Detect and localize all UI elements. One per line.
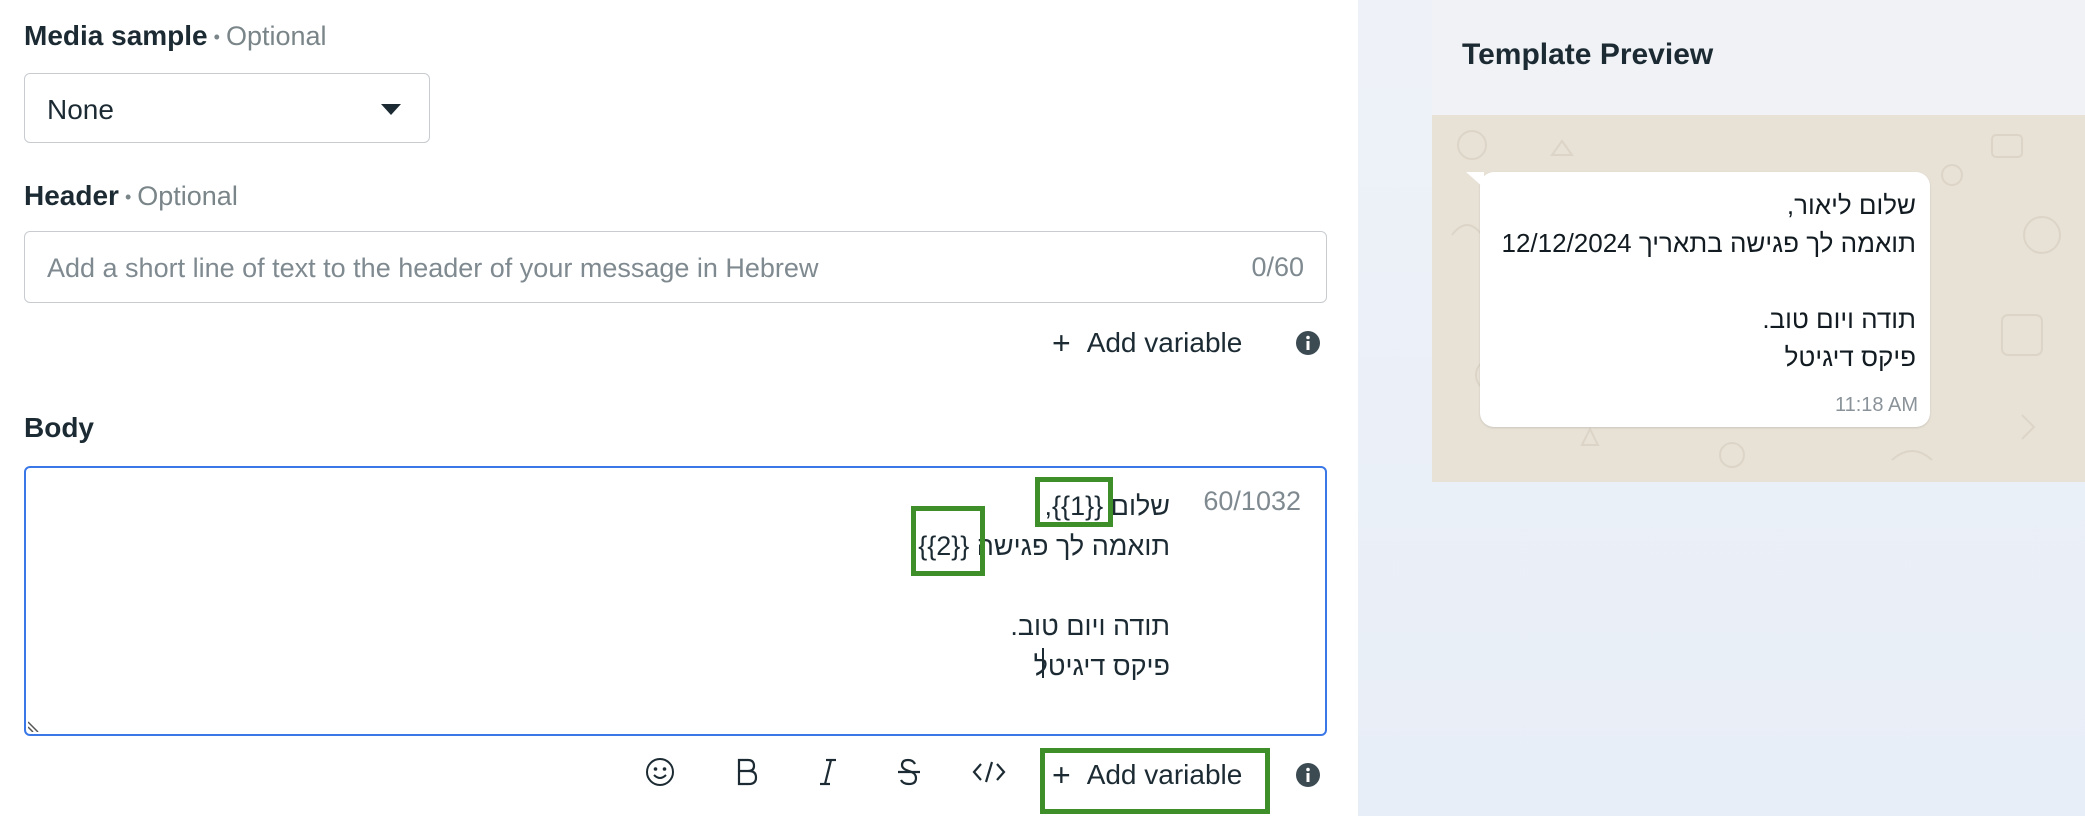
header-add-variable-button[interactable]: + Add variable [1052, 323, 1242, 363]
bold-icon [737, 758, 758, 786]
media-sample-title: Media sample [24, 20, 208, 51]
body-add-variable-button[interactable]: + Add variable [1052, 755, 1242, 795]
separator-dot: • [213, 27, 220, 48]
resize-handle-icon[interactable] [28, 718, 42, 732]
media-sample-label: Media sample • Optional [24, 20, 327, 52]
plus-icon: + [1052, 325, 1071, 361]
media-sample-value: None [47, 94, 114, 125]
body-textarea[interactable]: שלום {{1}}, תואמה לך פגישה {{2}} תודה וי… [24, 466, 1327, 736]
header-input[interactable] [47, 250, 1197, 286]
header-optional: Optional [137, 181, 238, 211]
template-preview-title: Template Preview [1462, 38, 1714, 71]
body-char-counter: 60/1032 [1203, 486, 1301, 516]
strikethrough-button[interactable] [889, 752, 929, 792]
message-bubble: שלום ליאור, תואמה לך פגישה בתאריך 12/12/… [1466, 172, 1930, 427]
header-add-variable-label: Add variable [1086, 327, 1243, 358]
separator-dot: • [124, 187, 132, 208]
media-sample-optional: Optional [225, 21, 327, 51]
plus-icon: + [1052, 757, 1071, 793]
header-label: Header • Optional [24, 180, 238, 212]
code-button[interactable] [969, 752, 1009, 792]
info-icon[interactable] [1295, 330, 1321, 356]
body-add-variable-label: Add variable [1086, 759, 1243, 790]
text-cursor [1042, 648, 1044, 678]
message-timestamp: 11:18 AM [1834, 394, 1918, 416]
info-icon[interactable] [1295, 762, 1321, 788]
bubble-tail [1466, 172, 1484, 188]
header-input-box: 0/60 [24, 231, 1327, 303]
italic-icon [820, 758, 836, 786]
variable-1-highlight [1035, 477, 1113, 527]
body-label: Body [24, 412, 94, 444]
strikethrough-icon [898, 758, 920, 786]
bold-button[interactable] [727, 752, 767, 792]
header-char-counter: 0/60 [1251, 252, 1304, 282]
emoji-icon [646, 758, 674, 786]
emoji-button[interactable] [640, 752, 680, 792]
media-sample-select[interactable]: None [24, 73, 430, 143]
chat-background: שלום ליאור, תואמה לך פגישה בתאריך 12/12/… [1432, 115, 2085, 482]
preview-message-text: שלום ליאור, תואמה לך פגישה בתאריך 12/12/… [1501, 190, 1916, 372]
variable-2-highlight [911, 506, 985, 576]
body-title: Body [24, 412, 94, 443]
code-icon [972, 761, 1006, 783]
template-editor-panel: Media sample • Optional None Header • Option… [0, 0, 1358, 816]
template-preview-header: Template Preview [1432, 0, 2085, 115]
header-title: Header [24, 180, 119, 211]
caret-down-icon [381, 104, 401, 115]
italic-button[interactable] [808, 752, 848, 792]
